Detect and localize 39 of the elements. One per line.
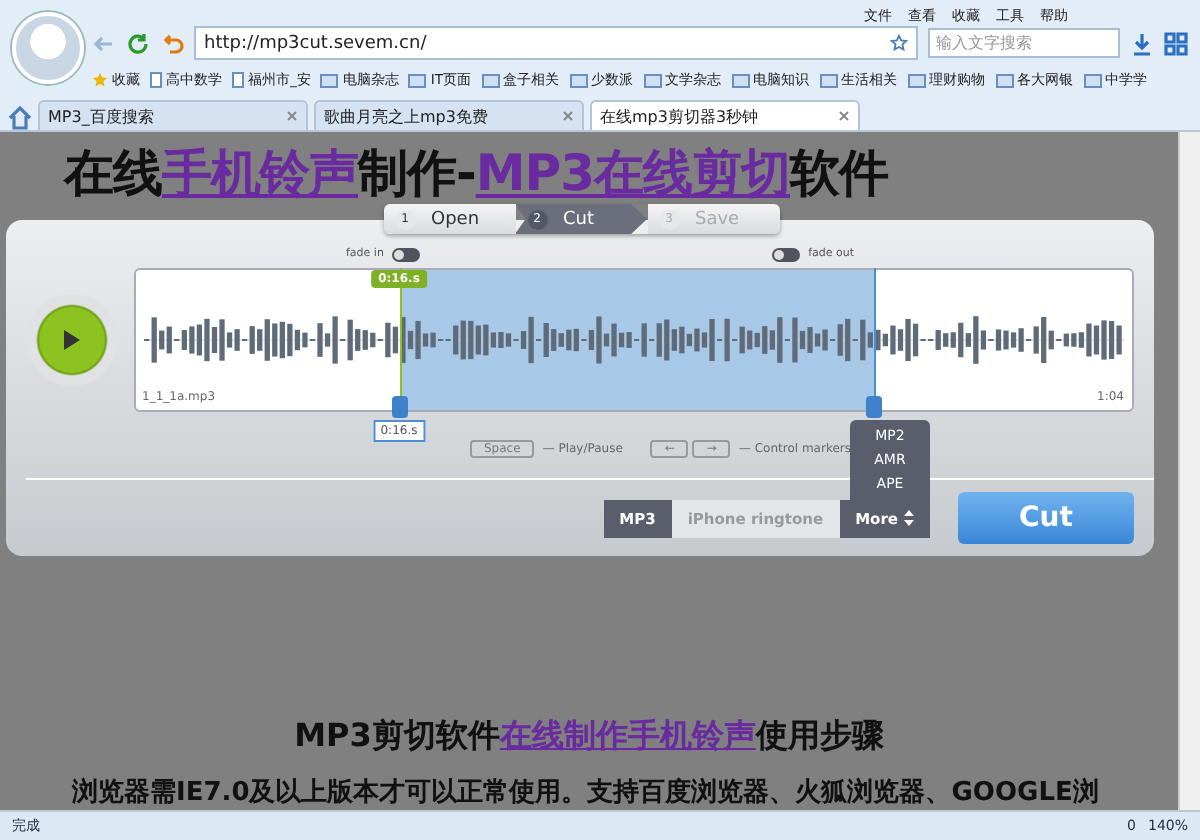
paragraph: 浏览器需IE7.0及以上版本才可以正常使用。支持百度浏览器、火狐浏览器、GOOGLE浏 (72, 775, 1101, 810)
folder-icon (1083, 73, 1102, 87)
page-title: 在线手机铃声制作-MP3在线剪切软件 (64, 144, 890, 204)
star-icon (92, 72, 108, 88)
folder-icon (995, 73, 1014, 87)
folder-icon (643, 73, 662, 87)
fade-out-toggle[interactable] (772, 247, 801, 261)
scrollbar[interactable] (1178, 132, 1200, 810)
back-icon[interactable] (92, 31, 116, 55)
folder-icon (819, 73, 838, 87)
apps-icon[interactable] (1164, 31, 1188, 55)
close-icon[interactable] (286, 110, 298, 122)
marker-handle[interactable] (866, 396, 882, 418)
fade-in-toggle[interactable] (391, 247, 420, 261)
close-icon[interactable] (562, 110, 574, 122)
undo-icon[interactable] (160, 31, 184, 55)
folder-icon (481, 73, 500, 87)
sort-icon (904, 510, 914, 526)
search-field[interactable]: 输入文字搜索 (928, 28, 1120, 58)
marker-handle[interactable] (391, 396, 407, 418)
folder-icon (320, 73, 339, 87)
folder-icon (731, 73, 750, 87)
download-icon[interactable] (1130, 31, 1154, 55)
star-icon[interactable] (890, 34, 908, 52)
folder-icon (907, 73, 926, 87)
page-icon (232, 72, 244, 88)
refresh-icon[interactable] (126, 31, 150, 55)
address-field[interactable]: http://mp3cut.sevem.cn/ (194, 26, 918, 60)
browser-tab[interactable]: 歌曲月亮之上mp3免费 (314, 100, 584, 130)
section-heading: MP3剪切软件在线制作手机铃声使用步骤 (292, 716, 886, 758)
folder-icon (569, 73, 588, 87)
browser-tab[interactable]: 在线mp3剪切器3秒钟 (590, 100, 860, 130)
avatar[interactable] (12, 12, 84, 84)
home-icon[interactable] (8, 106, 32, 130)
close-icon[interactable] (838, 110, 850, 122)
folder-icon (408, 73, 427, 87)
page-icon (150, 72, 162, 88)
browser-tab[interactable]: MP3_百度搜索 (38, 100, 308, 130)
play-icon (62, 328, 82, 352)
